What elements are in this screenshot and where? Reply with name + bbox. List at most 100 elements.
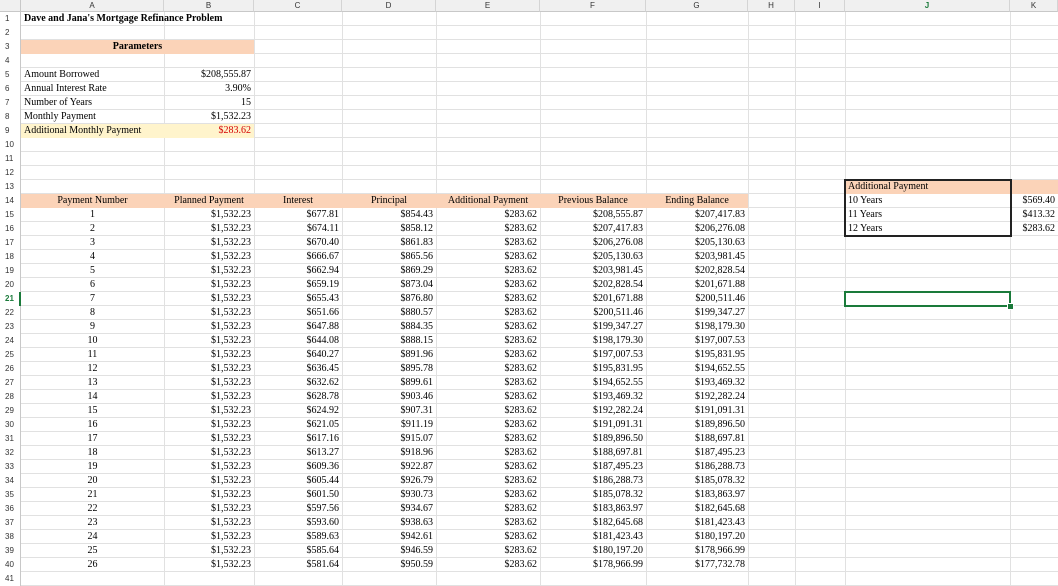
row-header-6[interactable]: 6 — [0, 82, 21, 96]
table-cell[interactable]: $655.43 — [254, 292, 342, 306]
table-cell[interactable]: $203,981.45 — [540, 264, 646, 278]
table-cell[interactable]: $283.62 — [436, 320, 540, 334]
table-cell[interactable]: $854.43 — [342, 208, 436, 222]
table-cell[interactable]: $930.73 — [342, 488, 436, 502]
column-header-h[interactable]: H — [748, 0, 795, 12]
table-cell[interactable]: $915.07 — [342, 432, 436, 446]
select-all-corner[interactable] — [0, 0, 21, 12]
column-header-c[interactable]: C — [254, 0, 342, 12]
table-cell[interactable]: $283.62 — [436, 236, 540, 250]
table-cell[interactable]: 2 — [21, 222, 164, 236]
table-cell[interactable]: $632.62 — [254, 376, 342, 390]
table-cell[interactable]: $662.94 — [254, 264, 342, 278]
table-cell[interactable]: $589.63 — [254, 530, 342, 544]
param-label[interactable]: Monthly Payment — [21, 110, 164, 124]
table-cell[interactable]: $1,532.23 — [164, 390, 254, 404]
param-value[interactable]: $1,532.23 — [164, 110, 254, 124]
table-cell[interactable]: $911.19 — [342, 418, 436, 432]
row-header-9[interactable]: 9 — [0, 124, 21, 138]
row-header-37[interactable]: 37 — [0, 516, 21, 530]
table-cell[interactable]: $670.40 — [254, 236, 342, 250]
table-cell[interactable]: $640.27 — [254, 348, 342, 362]
table-cell[interactable]: $177,732.78 — [646, 558, 748, 572]
fill-handle[interactable] — [1007, 303, 1014, 310]
row-header-26[interactable]: 26 — [0, 362, 21, 376]
row-header-18[interactable]: 18 — [0, 250, 21, 264]
table-cell[interactable]: $1,532.23 — [164, 334, 254, 348]
row-header-39[interactable]: 39 — [0, 544, 21, 558]
table-cell[interactable]: $1,532.23 — [164, 418, 254, 432]
column-header-g[interactable]: G — [646, 0, 748, 12]
table-cell[interactable]: $283.62 — [436, 516, 540, 530]
table-cell[interactable]: $1,532.23 — [164, 516, 254, 530]
row-header-1[interactable]: 1 — [0, 12, 21, 26]
table-header-6[interactable]: Ending Balance — [646, 194, 748, 208]
table-cell[interactable]: 6 — [21, 278, 164, 292]
table-cell[interactable]: $180,197.20 — [540, 544, 646, 558]
table-cell[interactable]: $1,532.23 — [164, 362, 254, 376]
table-cell[interactable]: $283.62 — [436, 264, 540, 278]
table-cell[interactable]: $198,179.30 — [540, 334, 646, 348]
table-cell[interactable]: $178,966.99 — [646, 544, 748, 558]
table-cell[interactable]: $597.56 — [254, 502, 342, 516]
table-cell[interactable]: $199,347.27 — [540, 320, 646, 334]
table-cell[interactable]: $200,511.46 — [646, 292, 748, 306]
table-cell[interactable]: $283.62 — [436, 558, 540, 572]
table-cell[interactable]: $869.29 — [342, 264, 436, 278]
additional-payment-value[interactable]: $413.32 — [1010, 208, 1058, 222]
table-cell[interactable]: 25 — [21, 544, 164, 558]
row-header-25[interactable]: 25 — [0, 348, 21, 362]
table-cell[interactable]: $193,469.32 — [646, 376, 748, 390]
table-cell[interactable]: 9 — [21, 320, 164, 334]
table-cell[interactable]: 26 — [21, 558, 164, 572]
row-header-30[interactable]: 30 — [0, 418, 21, 432]
table-cell[interactable]: $677.81 — [254, 208, 342, 222]
table-cell[interactable]: 16 — [21, 418, 164, 432]
table-cell[interactable]: $899.61 — [342, 376, 436, 390]
table-cell[interactable]: $181,423.43 — [646, 516, 748, 530]
table-cell[interactable]: 7 — [21, 292, 164, 306]
table-cell[interactable]: 8 — [21, 306, 164, 320]
table-cell[interactable]: $950.59 — [342, 558, 436, 572]
table-cell[interactable]: $621.05 — [254, 418, 342, 432]
table-cell[interactable]: 17 — [21, 432, 164, 446]
table-cell[interactable]: $1,532.23 — [164, 320, 254, 334]
table-cell[interactable]: $1,532.23 — [164, 502, 254, 516]
table-cell[interactable]: $1,532.23 — [164, 250, 254, 264]
table-cell[interactable]: $188,697.81 — [646, 432, 748, 446]
row-header-32[interactable]: 32 — [0, 446, 21, 460]
table-cell[interactable]: $193,469.32 — [540, 390, 646, 404]
table-cell[interactable]: $198,179.30 — [646, 320, 748, 334]
table-cell[interactable]: $1,532.23 — [164, 306, 254, 320]
table-cell[interactable]: $199,347.27 — [646, 306, 748, 320]
table-cell[interactable]: $189,896.50 — [540, 432, 646, 446]
table-cell[interactable]: $593.60 — [254, 516, 342, 530]
table-cell[interactable]: $907.31 — [342, 404, 436, 418]
table-cell[interactable]: $876.80 — [342, 292, 436, 306]
row-header-14[interactable]: 14 — [0, 194, 21, 208]
table-cell[interactable]: $1,532.23 — [164, 544, 254, 558]
table-cell[interactable]: $194,652.55 — [646, 362, 748, 376]
table-cell[interactable]: $651.66 — [254, 306, 342, 320]
table-cell[interactable]: $283.62 — [436, 334, 540, 348]
row-header-21[interactable]: 21 — [0, 292, 21, 306]
additional-payment-value[interactable]: $569.40 — [1010, 194, 1058, 208]
table-cell[interactable]: $617.16 — [254, 432, 342, 446]
table-cell[interactable]: $283.62 — [436, 404, 540, 418]
param-value[interactable]: 3.90% — [164, 82, 254, 96]
table-cell[interactable]: 21 — [21, 488, 164, 502]
table-cell[interactable]: $934.67 — [342, 502, 436, 516]
table-cell[interactable]: 14 — [21, 390, 164, 404]
param-label[interactable]: Amount Borrowed — [21, 68, 164, 82]
table-cell[interactable]: $206,276.08 — [646, 222, 748, 236]
table-cell[interactable]: $895.78 — [342, 362, 436, 376]
table-cell[interactable]: $880.57 — [342, 306, 436, 320]
table-cell[interactable]: $192,282.24 — [646, 390, 748, 404]
row-header-35[interactable]: 35 — [0, 488, 21, 502]
row-header-38[interactable]: 38 — [0, 530, 21, 544]
table-header-1[interactable]: Planned Payment — [164, 194, 254, 208]
table-cell[interactable]: 4 — [21, 250, 164, 264]
parameters-header-label[interactable]: Parameters — [21, 40, 254, 54]
table-cell[interactable]: $283.62 — [436, 376, 540, 390]
table-cell[interactable]: $1,532.23 — [164, 208, 254, 222]
